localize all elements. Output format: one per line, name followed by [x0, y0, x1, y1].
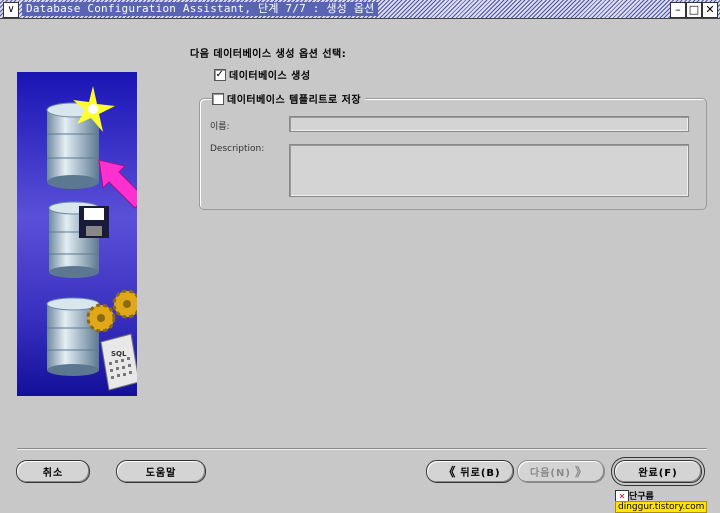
help-button[interactable]: 도움말 [116, 460, 206, 483]
next-arrow-icon: 》 [574, 465, 588, 479]
next-label: 다음(N) [530, 468, 571, 479]
close-button[interactable]: ✕ [702, 2, 718, 18]
create-database-checkbox[interactable]: ✓ [214, 68, 226, 81]
create-database-option[interactable]: ✓ 데이터베이스 생성 [214, 67, 311, 82]
cancel-label: 취소 [42, 468, 64, 479]
minimize-button[interactable]: – [670, 2, 686, 18]
options-heading: 다음 데이터베이스 생성 옵션 선택: [190, 49, 347, 60]
save-template-checkbox[interactable] [212, 92, 224, 105]
template-name-field[interactable] [289, 116, 689, 132]
back-button[interactable]: 《 뒤로(B) [426, 460, 514, 483]
cancel-button[interactable]: 취소 [16, 460, 90, 483]
save-template-option[interactable]: 데이터베이스 템플리트로 저장 [212, 91, 366, 106]
title-bar: ∨ Database Configuration Assistant, 단계 7… [0, 0, 720, 19]
create-database-label: 데이터베이스 생성 [229, 71, 311, 82]
floppy-disk-icon [79, 206, 109, 238]
maximize-button[interactable]: □ [686, 2, 702, 18]
window-title: Database Configuration Assistant, 단계 7/7… [22, 2, 379, 16]
description-label: Description: [210, 144, 265, 154]
dialog-body: SQL 다음 데이터베이스 생성 옵션 선택: ✓ 데이터베이스 생성 데이터베… [3, 20, 717, 513]
help-label: 도움말 [145, 468, 177, 479]
next-button[interactable]: 다음(N) 》 [517, 460, 605, 483]
back-label: 뒤로(B) [460, 468, 501, 479]
window-menu-button[interactable]: ∨ [3, 2, 19, 18]
template-description-field[interactable] [289, 144, 689, 197]
finish-label: 완료(F) [638, 468, 678, 479]
name-label: 이름: [210, 122, 230, 132]
svg-text:SQL: SQL [111, 350, 127, 358]
save-template-label: 데이터베이스 템플리트로 저장 [227, 95, 362, 106]
database-illustration: SQL [17, 72, 137, 396]
finish-button[interactable]: 완료(F) [614, 460, 702, 483]
back-arrow-icon: 《 [443, 465, 457, 479]
button-separator [17, 448, 707, 450]
